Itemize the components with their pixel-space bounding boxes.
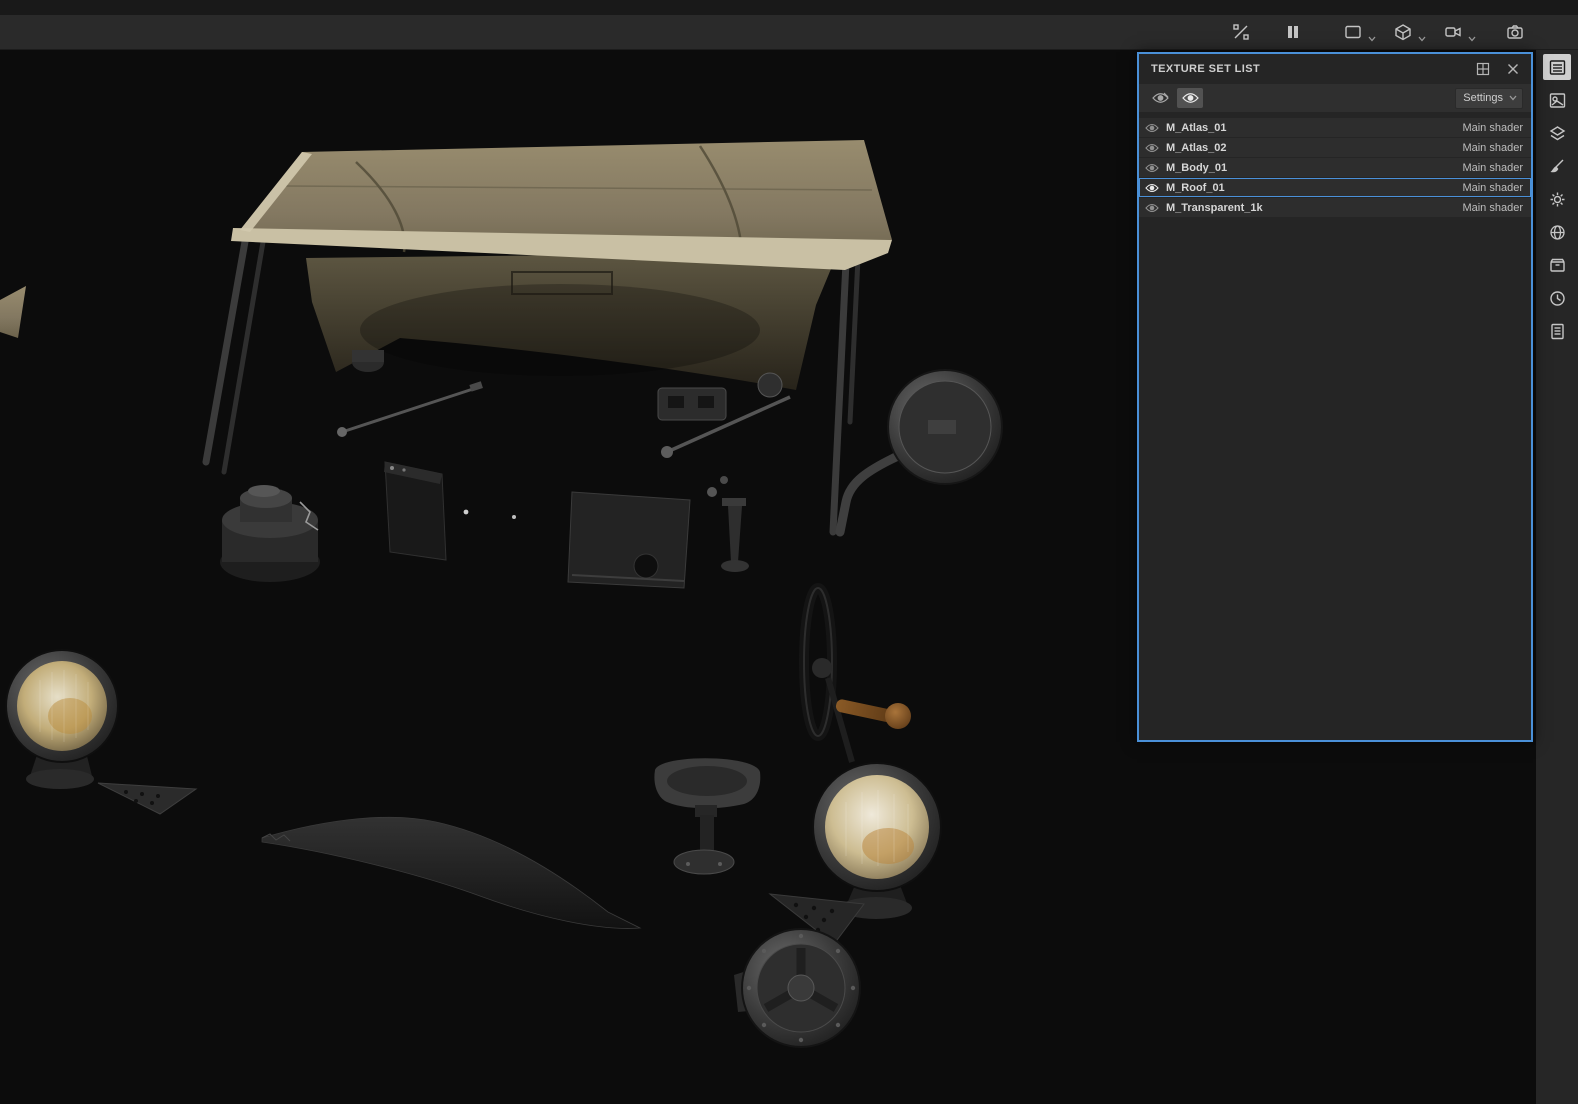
texture-set-row[interactable]: M_Atlas_01 Main shader: [1139, 118, 1531, 137]
texture-set-row[interactable]: M_Transparent_1k Main shader: [1139, 198, 1531, 217]
material-view-icon[interactable]: [1390, 20, 1416, 44]
title-bar: [0, 0, 1578, 15]
history-panel-icon[interactable]: [1543, 285, 1571, 311]
texture-set-shader: Main shader: [1462, 181, 1523, 194]
viewport-display-icon[interactable]: [1340, 20, 1366, 44]
log-panel-icon[interactable]: [1543, 318, 1571, 344]
speck: [463, 509, 469, 515]
texture-set-list-panel: TEXTURE SET LIST Settings M_Atlas_01 Mai…: [1137, 52, 1533, 742]
texture-set-shader: Main shader: [1462, 141, 1523, 154]
camera-view-icon[interactable]: [1440, 20, 1466, 44]
visibility-eye-icon[interactable]: [1145, 162, 1160, 173]
texture-set-name: M_Roof_01: [1166, 181, 1225, 194]
visibility-all-eye-icon[interactable]: [1177, 88, 1203, 108]
texture-set-list-header: TEXTURE SET LIST: [1139, 54, 1531, 84]
panel-dock: [1536, 50, 1578, 1104]
model-part-floor-plate[interactable]: [567, 491, 691, 589]
symmetry-off-icon[interactable]: [1228, 20, 1254, 44]
viewport-display-dropdown-icon[interactable]: [1367, 20, 1376, 44]
shader-settings-panel-icon[interactable]: [1543, 219, 1571, 245]
texture-set-row[interactable]: M_Atlas_02 Main shader: [1139, 138, 1531, 157]
texture-set-list-controls: Settings: [1139, 84, 1531, 112]
settings-dropdown-label: Settings: [1463, 92, 1503, 104]
dock-grid-icon[interactable]: [1473, 59, 1493, 79]
close-icon[interactable]: [1503, 59, 1523, 79]
pause-engine-icon[interactable]: [1280, 20, 1306, 44]
speck: [512, 515, 516, 519]
brush-panel-icon[interactable]: [1543, 153, 1571, 179]
app-window: TEXTURE SET LIST Settings M_Atlas_01 Mai…: [0, 0, 1578, 1104]
texture-set-shader: Main shader: [1462, 201, 1523, 214]
settings-dropdown[interactable]: Settings: [1455, 87, 1523, 109]
layers-panel-icon[interactable]: [1543, 120, 1571, 146]
texture-set-shader: Main shader: [1462, 161, 1523, 174]
texture-set-name: M_Atlas_01: [1166, 121, 1227, 134]
texture-set-shader: Main shader: [1462, 121, 1523, 134]
camera-view-dropdown-icon[interactable]: [1467, 20, 1476, 44]
texture-set-row-selected[interactable]: M_Roof_01 Main shader: [1139, 178, 1531, 197]
texture-set-name: M_Atlas_02: [1166, 141, 1227, 154]
texture-set-row[interactable]: M_Body_01 Main shader: [1139, 158, 1531, 177]
model-part-toolbox[interactable]: [384, 461, 447, 561]
texture-set-name: M_Transparent_1k: [1166, 201, 1263, 214]
visibility-eye-icon[interactable]: [1145, 182, 1160, 193]
material-view-dropdown-icon[interactable]: [1417, 20, 1426, 44]
assets-panel-icon[interactable]: [1543, 252, 1571, 278]
texture-set-list-panel-icon[interactable]: [1543, 54, 1571, 80]
texture-set-rows: M_Atlas_01 Main shader M_Atlas_02 Main s…: [1139, 118, 1531, 217]
top-toolbar: [0, 15, 1578, 50]
chevron-down-icon: [1509, 95, 1517, 101]
visibility-eye-icon[interactable]: [1145, 202, 1160, 213]
tool-settings-panel-icon[interactable]: [1543, 186, 1571, 212]
visibility-eye-icon[interactable]: [1145, 142, 1160, 153]
visibility-material-eye-icon[interactable]: [1147, 88, 1173, 108]
panel-title: TEXTURE SET LIST: [1151, 63, 1261, 75]
screenshot-icon[interactable]: [1502, 20, 1528, 44]
visibility-eye-icon[interactable]: [1145, 122, 1160, 133]
texture-set-name: M_Body_01: [1166, 161, 1228, 174]
display-settings-panel-icon[interactable]: [1543, 87, 1571, 113]
